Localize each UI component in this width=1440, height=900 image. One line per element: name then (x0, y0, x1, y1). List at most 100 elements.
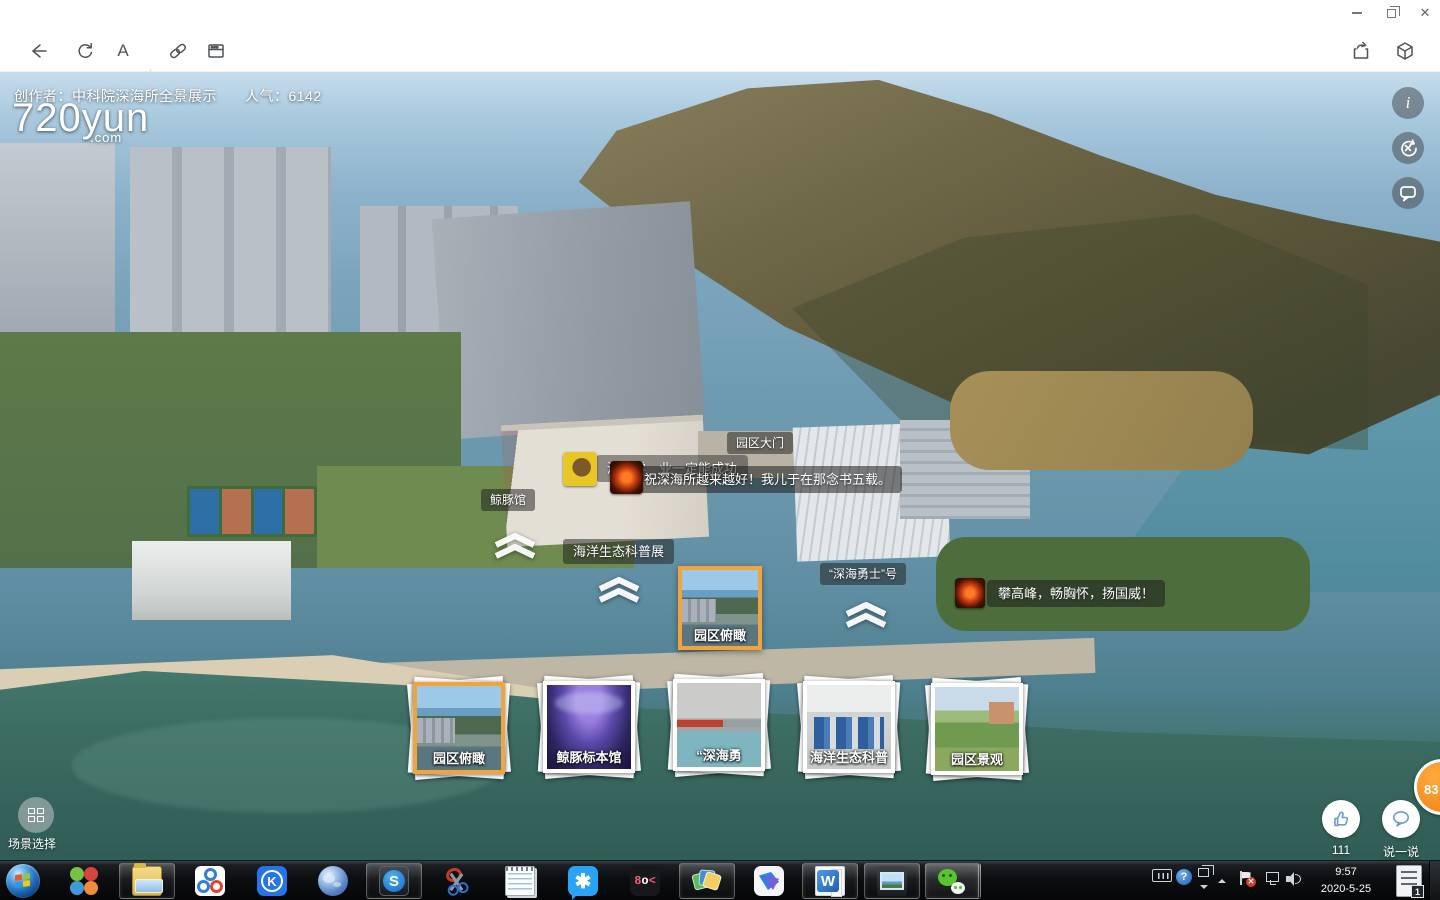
font-size-icon[interactable]: A (110, 38, 136, 64)
folder-icon (132, 866, 162, 896)
driver-utility-icon (69, 866, 99, 896)
dropdown-arrow-icon[interactable] (1200, 885, 1208, 893)
like-button[interactable] (1322, 800, 1360, 838)
scene-thumb-whale-museum[interactable]: 鲸豚标本馆 (543, 681, 635, 773)
input-keyboard-icon[interactable] (1152, 869, 1172, 882)
taskbar-app-photo-viewer[interactable] (864, 863, 920, 899)
commenter-avatar (563, 452, 597, 486)
logo-suffix: .com (90, 131, 122, 144)
scene-thumbnail-label: 园区俯瞰 (682, 625, 758, 644)
word-icon: W (815, 866, 845, 896)
scene-thumbnail-label: 鲸豚标本馆 (543, 747, 635, 766)
restore-button[interactable] (1374, 0, 1408, 26)
chevron-up-hotspot-icon[interactable] (492, 533, 538, 559)
taskbar-app-chat[interactable]: ✱ (555, 863, 611, 899)
taskbar-app-browser-globe[interactable] (305, 863, 361, 899)
taskbar-app-wechat[interactable] (925, 863, 981, 899)
taskbar-app-code[interactable]: 8o< (617, 863, 673, 899)
screen: ✕ A (0, 0, 1440, 900)
commenter-avatar (955, 578, 985, 608)
link-icon[interactable] (165, 38, 191, 64)
tray-clock[interactable]: 9:57 2020-5-25 (1312, 864, 1380, 898)
talk-label: 说一说 (1378, 843, 1424, 860)
window-titlebar: ✕ (0, 0, 1440, 28)
save-page-icon[interactable] (203, 38, 229, 64)
taskbar-app-sogou-browser[interactable]: S (366, 863, 422, 899)
xunlei-bird-icon (754, 866, 784, 896)
center-scene-thumbnail[interactable]: 园区俯瞰 (678, 566, 762, 650)
scene-thumb-eco-expo[interactable]: 海洋生态科普 (803, 681, 895, 773)
hotspot-submersible[interactable]: “深海勇士”号 (820, 563, 906, 585)
windows-logo-icon (15, 873, 30, 888)
talk-button[interactable] (1382, 800, 1420, 838)
code-app-icon: 8o< (630, 866, 660, 896)
taskbar: K S ✱ 8o< W ? ✕ 9:57 2020-5-25 1 (0, 860, 1440, 900)
browser-toolbar: A (0, 28, 1440, 72)
commenter-avatar (610, 461, 643, 494)
action-center-flag-icon[interactable]: ✕ (1240, 871, 1252, 885)
taskbar-app-snipping-tool[interactable] (429, 863, 485, 899)
taskbar-app-xunlei[interactable] (741, 863, 797, 899)
close-button[interactable]: ✕ (1408, 0, 1440, 26)
wechat-icon (937, 866, 967, 896)
info-button[interactable]: i (1392, 87, 1424, 119)
show-desktop-button[interactable] (1429, 861, 1440, 900)
volume-icon[interactable] (1286, 872, 1302, 886)
scissors-icon (442, 866, 472, 896)
taskbar-app-notepad[interactable] (492, 863, 548, 899)
scene-thumbnail-label: 园区俯瞰 (413, 748, 505, 767)
taskbar-app-netdisk[interactable] (182, 863, 238, 899)
taskbar-app-k[interactable]: K (244, 863, 300, 899)
taskbar-app-driver-utility[interactable] (56, 863, 112, 899)
site-logo: 720yun .com (12, 98, 149, 138)
back-icon[interactable] (26, 38, 52, 64)
photo-stack-icon (692, 866, 722, 896)
scene-thumb-submersible[interactable]: “深海勇 (673, 679, 765, 771)
hotspot-gate[interactable]: 园区大门 (727, 432, 793, 454)
rings-app-icon (195, 866, 225, 896)
input-help-icon[interactable]: ? (1176, 869, 1192, 885)
k-app-icon: K (257, 866, 287, 896)
chevron-up-hotspot-icon[interactable] (596, 577, 642, 603)
scene-thumb-overview[interactable]: 园区俯瞰 (413, 682, 505, 774)
badge-count: 83 (1424, 782, 1438, 797)
tennis-courts (187, 486, 317, 537)
taskbar-app-file-explorer[interactable] (119, 863, 175, 899)
gyroscope-button[interactable] (1392, 132, 1424, 164)
chevron-up-hotspot-icon[interactable] (843, 602, 889, 628)
warehouse-building (132, 541, 290, 620)
scene-thumbnail-label: 海洋生态科普 (803, 747, 895, 766)
show-hidden-icons[interactable] (1218, 875, 1226, 883)
comments-button[interactable] (1392, 177, 1424, 209)
scene-select-button[interactable] (18, 797, 54, 833)
scene-thumb-landscape[interactable]: 园区景观 (931, 683, 1023, 775)
speech-bubble-icon (1390, 808, 1412, 830)
grid-icon (28, 808, 44, 822)
popularity-label: 人气：6142 (245, 88, 322, 104)
apps-cube-icon[interactable] (1392, 38, 1418, 64)
like-count: 111 (1322, 843, 1360, 857)
minimize-button[interactable] (1340, 0, 1374, 26)
taskbar-app-photos[interactable] (679, 863, 735, 899)
notepad-icon (505, 866, 535, 896)
thumbs-up-icon (1330, 808, 1352, 830)
share-icon[interactable] (1348, 38, 1374, 64)
city-buildings (0, 143, 115, 364)
logo-text: 720yun (12, 96, 149, 140)
start-button[interactable] (6, 864, 40, 898)
dirt-field (950, 371, 1252, 470)
asterisk-bubble-icon: ✱ (568, 866, 598, 896)
window-stack-icon[interactable] (1198, 868, 1209, 877)
notes-doc-icon[interactable]: 1 (1396, 865, 1422, 897)
photo-viewer-icon (877, 866, 907, 896)
globe-icon (318, 866, 348, 896)
hotspot-whale-hall[interactable]: 鲸豚馆 (481, 489, 535, 511)
hotspot-eco-exhibit[interactable]: 海洋生态科普展 (563, 539, 674, 564)
taskbar-app-word[interactable]: W (802, 863, 858, 899)
clock-time: 9:57 (1312, 864, 1380, 881)
network-icon[interactable] (1263, 872, 1279, 885)
scene-thumbnail-label: “深海勇 (673, 745, 765, 764)
scene-thumbnail-label: 园区景观 (931, 749, 1023, 768)
refresh-icon[interactable] (72, 38, 98, 64)
doc-badge-count: 1 (1411, 885, 1424, 898)
